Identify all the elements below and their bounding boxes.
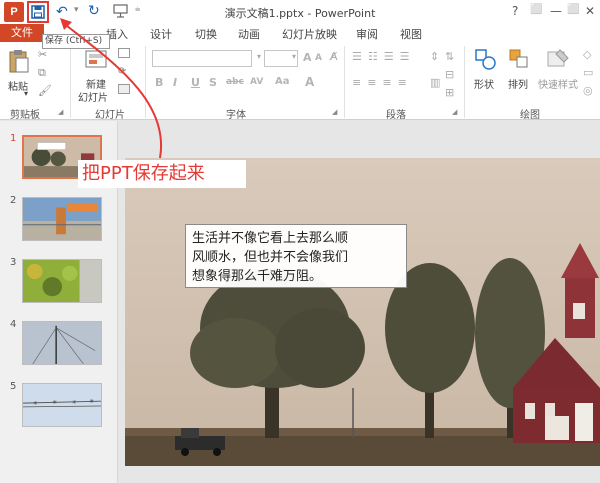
slide-number: 4 <box>10 319 17 330</box>
slide-thumbnail-5[interactable]: ✳ ✳ ✳ ✳ <box>22 383 102 427</box>
shapes-label: 形状 <box>474 80 494 91</box>
text-direction-icon[interactable]: ⇅ <box>445 50 454 63</box>
slide-number: 5 <box>10 381 17 392</box>
section-icon[interactable] <box>118 84 130 94</box>
maximize-button[interactable]: ⬜ <box>567 4 579 15</box>
thumbnail-image: ✳ ✳ ✳ ✳ <box>23 384 101 426</box>
italic-button[interactable]: I <box>173 76 177 89</box>
quick-styles-button[interactable] <box>546 48 570 73</box>
font-family-dropdown-icon[interactable]: ▾ <box>257 52 261 61</box>
clear-formatting-icon[interactable]: A̸ <box>330 50 338 63</box>
close-button[interactable]: ✕ <box>585 4 595 18</box>
ribbon-display-options-button[interactable]: ⬜ <box>530 4 542 15</box>
ribbon: 粘贴 ▾ ✂ ⧉ 🖌 剪贴板 ◢ 新建 幻灯片 ⟳ 幻灯片 ▾ ▾ A A B … <box>0 42 600 121</box>
divider <box>344 46 345 118</box>
shrink-font-icon[interactable]: A <box>315 53 322 63</box>
new-slide-button[interactable] <box>84 48 108 75</box>
shapes-button[interactable] <box>472 46 498 75</box>
minimize-button[interactable]: — <box>550 4 562 18</box>
slide-number: 1 <box>10 133 17 144</box>
shapes-icon <box>475 49 496 70</box>
landscape-slide-image <box>125 158 600 466</box>
font-size-dropdown-icon[interactable]: ▾ <box>292 52 296 61</box>
strikethrough-button[interactable]: abc <box>226 77 244 87</box>
alignment-buttons[interactable]: ≡≡≡≡ <box>352 76 413 89</box>
paste-icon <box>9 50 29 73</box>
slide-thumbnail-2[interactable] <box>22 197 102 241</box>
shadow-button[interactable]: S <box>209 76 217 89</box>
tab-animations[interactable]: 动画 <box>238 26 260 42</box>
smartart-icon[interactable]: ⊞ <box>445 86 454 99</box>
svg-text:✳: ✳ <box>89 398 94 405</box>
slide-text-line: 生活并不像它看上去那么顺 <box>192 231 349 246</box>
line-spacing-icon[interactable]: ⇕ <box>430 50 439 63</box>
window-title: 演示文稿1.pptx - PowerPoint <box>224 7 376 20</box>
paragraph-group-label: 段落 <box>386 110 406 121</box>
grow-font-icon[interactable]: A <box>303 51 312 64</box>
cut-icon[interactable]: ✂ <box>38 48 47 61</box>
svg-text:✳: ✳ <box>72 399 77 406</box>
svg-text:✳: ✳ <box>33 400 38 407</box>
underline-button[interactable]: U <box>191 76 200 89</box>
paragraph-launcher-icon[interactable]: ◢ <box>452 108 457 116</box>
divider <box>464 46 465 118</box>
arrange-label: 排列 <box>508 80 528 91</box>
clipboard-launcher-icon[interactable]: ◢ <box>58 108 63 116</box>
reset-icon[interactable]: ⟳ <box>118 66 126 77</box>
slide-number: 2 <box>10 195 17 206</box>
tab-review[interactable]: 审阅 <box>356 26 378 42</box>
thumbnail-image <box>23 322 101 364</box>
svg-text:✳: ✳ <box>52 399 57 406</box>
layout-icon[interactable] <box>118 48 130 58</box>
font-group-label: 字体 <box>226 110 246 121</box>
tab-design[interactable]: 设计 <box>150 26 172 42</box>
paste-dropdown-icon[interactable]: ▾ <box>24 89 28 98</box>
paste-button[interactable] <box>8 48 30 77</box>
slide-text-box[interactable]: 生活并不像它看上去那么顺 风顺水，但也并不会像我们 想象得那么千难万阻。 <box>185 224 407 288</box>
shape-fill-icon[interactable]: ◇ <box>583 48 591 61</box>
arrange-icon <box>509 49 528 68</box>
divider <box>70 46 71 118</box>
list-buttons[interactable]: ☰☷☰☰ <box>352 50 415 63</box>
new-slide-label-2: 幻灯片 <box>78 93 108 104</box>
thumbnail-image <box>23 260 101 302</box>
clipboard-group-label: 剪贴板 <box>10 110 40 121</box>
font-color-button[interactable]: A <box>305 75 314 89</box>
align-text-icon[interactable]: ⊟ <box>445 68 454 81</box>
character-spacing-button[interactable]: AV <box>250 77 263 87</box>
thumbnail-image <box>23 198 101 240</box>
tab-view[interactable]: 视图 <box>400 26 422 42</box>
slide-thumbnail-3[interactable] <box>22 259 102 303</box>
slide-number: 3 <box>10 257 17 268</box>
tutorial-annotation: 把PPT保存起来 <box>78 160 246 188</box>
columns-icon[interactable]: ▥ <box>430 76 440 89</box>
drawing-group-label: 绘图 <box>520 110 540 121</box>
slide-thumbnail-4[interactable] <box>22 321 102 365</box>
font-family-select[interactable] <box>152 50 252 67</box>
copy-icon[interactable]: ⧉ <box>38 66 46 80</box>
arrange-button[interactable] <box>508 48 530 73</box>
tab-transitions[interactable]: 切换 <box>195 26 217 42</box>
slide-text-line: 风顺水，但也并不会像我们 <box>192 250 349 265</box>
format-painter-icon[interactable]: 🖌 <box>38 84 52 97</box>
slide-text-line: 想象得那么千难万阻。 <box>192 269 323 284</box>
new-slide-icon <box>85 50 107 68</box>
change-case-button[interactable]: Aa <box>275 76 290 87</box>
quick-styles-label: 快速样式 <box>538 80 578 91</box>
slides-group-label: 幻灯片 <box>95 110 125 121</box>
slide-canvas[interactable] <box>125 158 600 466</box>
divider <box>145 46 146 118</box>
shape-outline-icon[interactable]: ▭ <box>583 66 593 79</box>
shape-effects-icon[interactable]: ◎ <box>583 84 593 97</box>
help-button[interactable]: ? <box>512 4 518 18</box>
save-tooltip: 保存 (Ctrl+S) <box>42 34 110 49</box>
tab-slide-show[interactable]: 幻灯片放映 <box>282 26 337 42</box>
title-bar: P ↶ ▾ ↻ ⩧ 演示文稿1.pptx - PowerPoint ? ⬜ — … <box>0 0 600 24</box>
tab-file[interactable]: 文件 <box>0 24 44 42</box>
quick-styles-icon <box>547 49 569 67</box>
font-launcher-icon[interactable]: ◢ <box>332 108 337 116</box>
bold-button[interactable]: B <box>155 76 163 89</box>
